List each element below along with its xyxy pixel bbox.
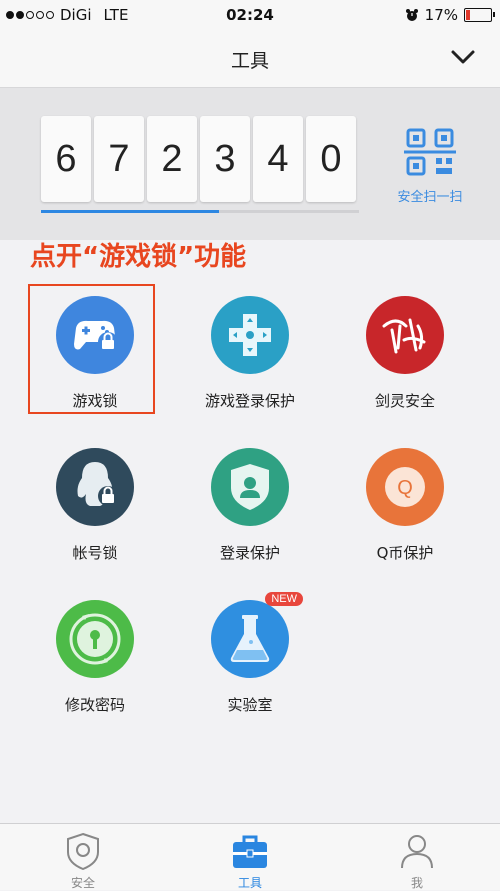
scan-label: 安全扫一扫: [397, 190, 463, 205]
q-coin-icon: Q: [366, 448, 444, 526]
tool-game-lock[interactable]: 游戏锁: [15, 296, 175, 411]
game-controller-icon: [211, 296, 289, 374]
tab-label: 安全: [70, 876, 95, 890]
tool-account-lock[interactable]: 帐号锁: [15, 448, 175, 563]
person-tab-icon: [401, 835, 433, 869]
svg-text:Q: Q: [397, 477, 413, 499]
toolbox-tab-icon: [233, 835, 267, 868]
tab-tools[interactable]: 工具: [167, 824, 333, 890]
token-progress-bar: [41, 210, 220, 213]
tool-label: 剑灵安全: [374, 392, 435, 410]
status-bar: DiGi LTE 02:24 17%: [0, 0, 500, 30]
tool-label: 游戏登录保护: [204, 392, 295, 410]
token-digit: 4: [253, 116, 303, 202]
tool-qcoin-protect[interactable]: Q Q币保护: [325, 448, 485, 563]
token-digit: 3: [200, 116, 250, 202]
shield-tab-icon: [67, 832, 99, 870]
chevron-down-icon[interactable]: [448, 44, 478, 70]
battery-percent: 17%: [424, 6, 458, 24]
token-digit: 6: [41, 116, 91, 202]
tool-label: 实验室: [227, 696, 273, 714]
blade-soul-logo-icon: [366, 296, 444, 374]
tab-me[interactable]: 我: [334, 824, 500, 890]
tool-label: 修改密码: [64, 696, 125, 714]
tool-label: 帐号锁: [72, 544, 118, 562]
tab-security[interactable]: 安全: [0, 824, 166, 890]
token-digit: 0: [306, 116, 356, 202]
tool-label: Q币保护: [376, 544, 434, 562]
tab-bar: 安全 工具 我: [0, 823, 500, 890]
alarm-clock-icon: [405, 9, 418, 21]
tool-label: 游戏锁: [72, 392, 118, 410]
tool-change-password[interactable]: 修改密码: [15, 600, 175, 715]
keyhole-icon: [56, 600, 134, 678]
status-right: 17%: [405, 6, 495, 24]
tool-login-protect[interactable]: 登录保护: [170, 448, 330, 563]
account-lock-icon: [56, 448, 134, 526]
scan-button[interactable]: 安全扫一扫: [390, 126, 470, 205]
gamepad-lock-icon: [56, 296, 134, 374]
annotation-text: 点开“游戏锁”功能: [30, 242, 247, 272]
flask-icon: NEW: [211, 592, 303, 678]
nav-bar: 工具: [0, 30, 500, 88]
tab-label: 我: [410, 876, 423, 890]
battery-icon: [464, 8, 495, 22]
new-badge: NEW: [265, 592, 303, 606]
token-progress-track: [41, 210, 359, 213]
tool-blade-soul[interactable]: 剑灵安全: [325, 296, 485, 411]
shield-user-icon: [211, 448, 289, 526]
page-title: 工具: [230, 50, 269, 72]
token-digits: 6 7 2 3 4 0: [41, 116, 356, 202]
tab-label: 工具: [237, 876, 262, 890]
tool-label: 登录保护: [219, 544, 280, 562]
tool-laboratory[interactable]: NEW 实验室: [170, 592, 330, 715]
token-digit: 7: [94, 116, 144, 202]
tool-game-login-protect[interactable]: 游戏登录保护: [170, 296, 330, 411]
qr-scan-icon: [404, 128, 456, 176]
token-panel: 6 7 2 3 4 0 安全扫一扫: [0, 88, 500, 240]
token-digit: 2: [147, 116, 197, 202]
